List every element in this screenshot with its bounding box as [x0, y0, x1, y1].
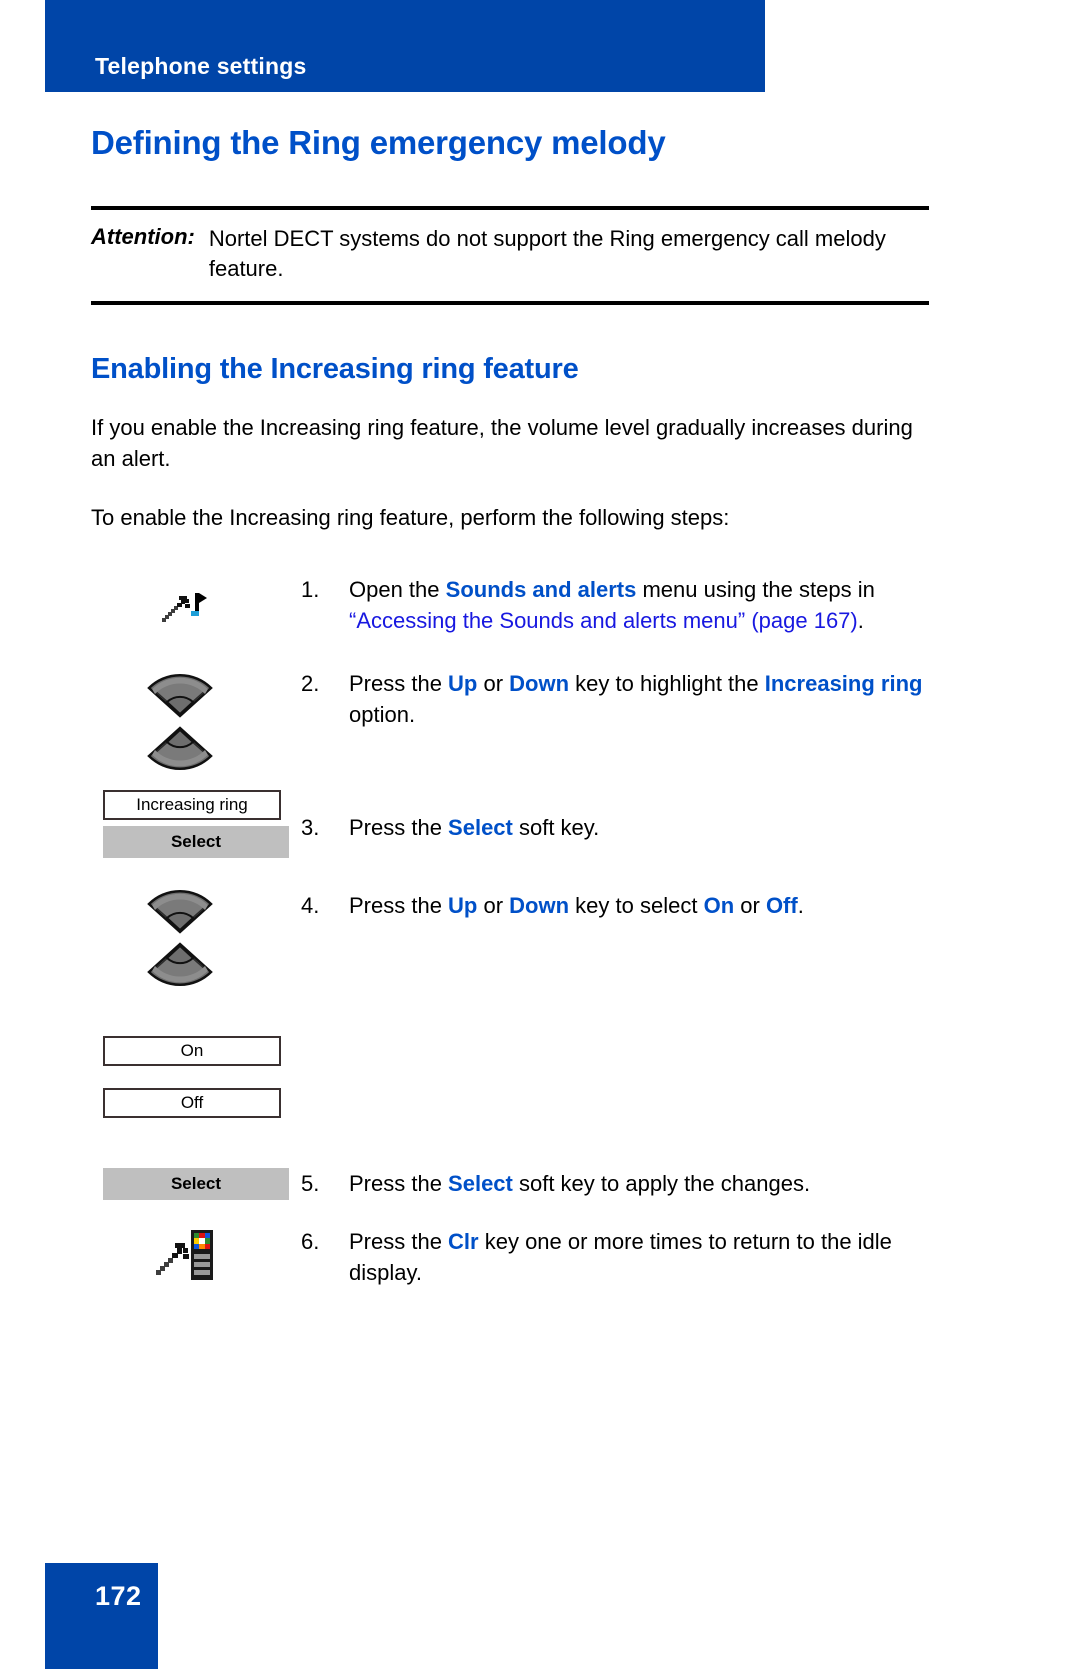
step-3-gutter: Increasing ring Select [91, 790, 301, 859]
attention-note: Attention: Nortel DECT systems do not su… [91, 205, 929, 305]
step-text-part: Press the [349, 671, 449, 697]
intro-paragraph-1: If you enable the Increasing ring featur… [91, 415, 913, 472]
step-number: 2. [301, 671, 320, 697]
navigation-up-key-icon [141, 884, 219, 936]
keyword-down: Down [509, 893, 570, 919]
step-text-part: . [797, 893, 804, 919]
step-text-part: key to highlight the [569, 671, 765, 697]
step-text-part: Press the [349, 815, 449, 841]
step-text-part: Press the [349, 893, 449, 919]
display-box-off: Off [103, 1088, 281, 1119]
step-text-part: Open the [349, 576, 446, 602]
step-text-part: Press the [349, 1171, 449, 1197]
page-number: 172 [95, 1581, 142, 1611]
step-text: Press the Select soft key. [349, 812, 929, 843]
keyword-select: Select [448, 1171, 513, 1197]
softkey-select-apply[interactable]: Select [103, 1168, 289, 1201]
step-text: Press the Up or Down key to highlight th… [349, 668, 929, 730]
step-number: 3. [301, 815, 320, 841]
subsection-title: Enabling the Increasing ring feature [91, 352, 579, 385]
step-number: 4. [301, 893, 320, 919]
step-item: Select 5. Press the Select soft key to a… [91, 1168, 929, 1201]
navigation-down-key-icon [141, 940, 219, 992]
step-item: Increasing ring Select 3. Press the Sele… [91, 790, 929, 859]
procedure-steps: 1. Open the Sounds and alerts menu using… [91, 574, 929, 1289]
cross-reference-link[interactable]: “Accessing the Sounds and alerts menu” (… [349, 608, 858, 633]
header-banner: Telephone settings [45, 0, 765, 92]
step-text-part: or [477, 671, 510, 697]
step-1-gutter [91, 574, 301, 630]
step-6-gutter [91, 1226, 301, 1284]
attention-text: Nortel DECT systems do not support the R… [208, 225, 886, 282]
step-text: Press the Select soft key to apply the c… [349, 1168, 929, 1199]
keyword-up: Up [448, 671, 478, 697]
keyword-off: Off [765, 893, 798, 919]
navigation-up-key-icon [141, 668, 219, 720]
keyword-down: Down [509, 671, 570, 697]
step-item: On Off 4. Press the Up or Down key to se… [91, 884, 929, 1119]
step-text: Press the Clr key one or more times to r… [349, 1226, 929, 1288]
step-text-part: soft key. [512, 815, 600, 841]
step-text: Open the Sounds and alerts menu using th… [349, 574, 929, 636]
step-text-part: or [477, 893, 510, 919]
step-item: 1. Open the Sounds and alerts menu using… [91, 574, 929, 636]
step-text-part: key to select [569, 893, 704, 919]
intro-paragraph-2: To enable the Increasing ring feature, p… [91, 505, 730, 531]
section-title: Telephone settings [95, 53, 307, 79]
page-title: Defining the Ring emergency melody [91, 124, 666, 161]
step-5-gutter: Select [91, 1168, 301, 1201]
step-number: 6. [301, 1229, 320, 1255]
step-text-part: . [857, 607, 864, 633]
display-box-increasing-ring: Increasing ring [103, 790, 281, 821]
keyword-sounds-and-alerts: Sounds and alerts [445, 576, 637, 602]
keyword-clr: Clr [448, 1229, 479, 1255]
step-text: Press the Up or Down key to select On or… [349, 890, 929, 921]
keyword-increasing-ring: Increasing ring [764, 671, 923, 697]
softkey-select[interactable]: Select [103, 826, 289, 859]
page-footer: 172 [45, 1563, 158, 1669]
page-content: Defining the Ring emergency melody Atten… [91, 110, 929, 1289]
step-text-part: menu using the steps in [636, 576, 875, 602]
clr-key-idle-display-icon [153, 1226, 215, 1284]
step-4-gutter: On Off [91, 884, 301, 1119]
keyword-select: Select [448, 815, 513, 841]
keyword-up: Up [448, 893, 478, 919]
step-number: 1. [301, 576, 320, 602]
step-text-part: Press the [349, 1229, 449, 1255]
step-2-gutter [91, 668, 301, 776]
sounds-and-alerts-menu-icon [155, 578, 211, 630]
keyword-on: On [703, 893, 735, 919]
attention-label: Attention: [91, 223, 195, 249]
display-box-on: On [103, 1036, 281, 1067]
step-text-part: soft key to apply the changes. [512, 1171, 811, 1197]
step-text-part: or [734, 893, 766, 919]
step-text-part: option. [349, 702, 416, 728]
step-item: 2. Press the Up or Down key to highlight… [91, 668, 929, 776]
step-item: 6. Press the Clr key one or more times t… [91, 1226, 929, 1288]
navigation-down-key-icon [141, 724, 219, 776]
step-number: 5. [301, 1171, 320, 1197]
